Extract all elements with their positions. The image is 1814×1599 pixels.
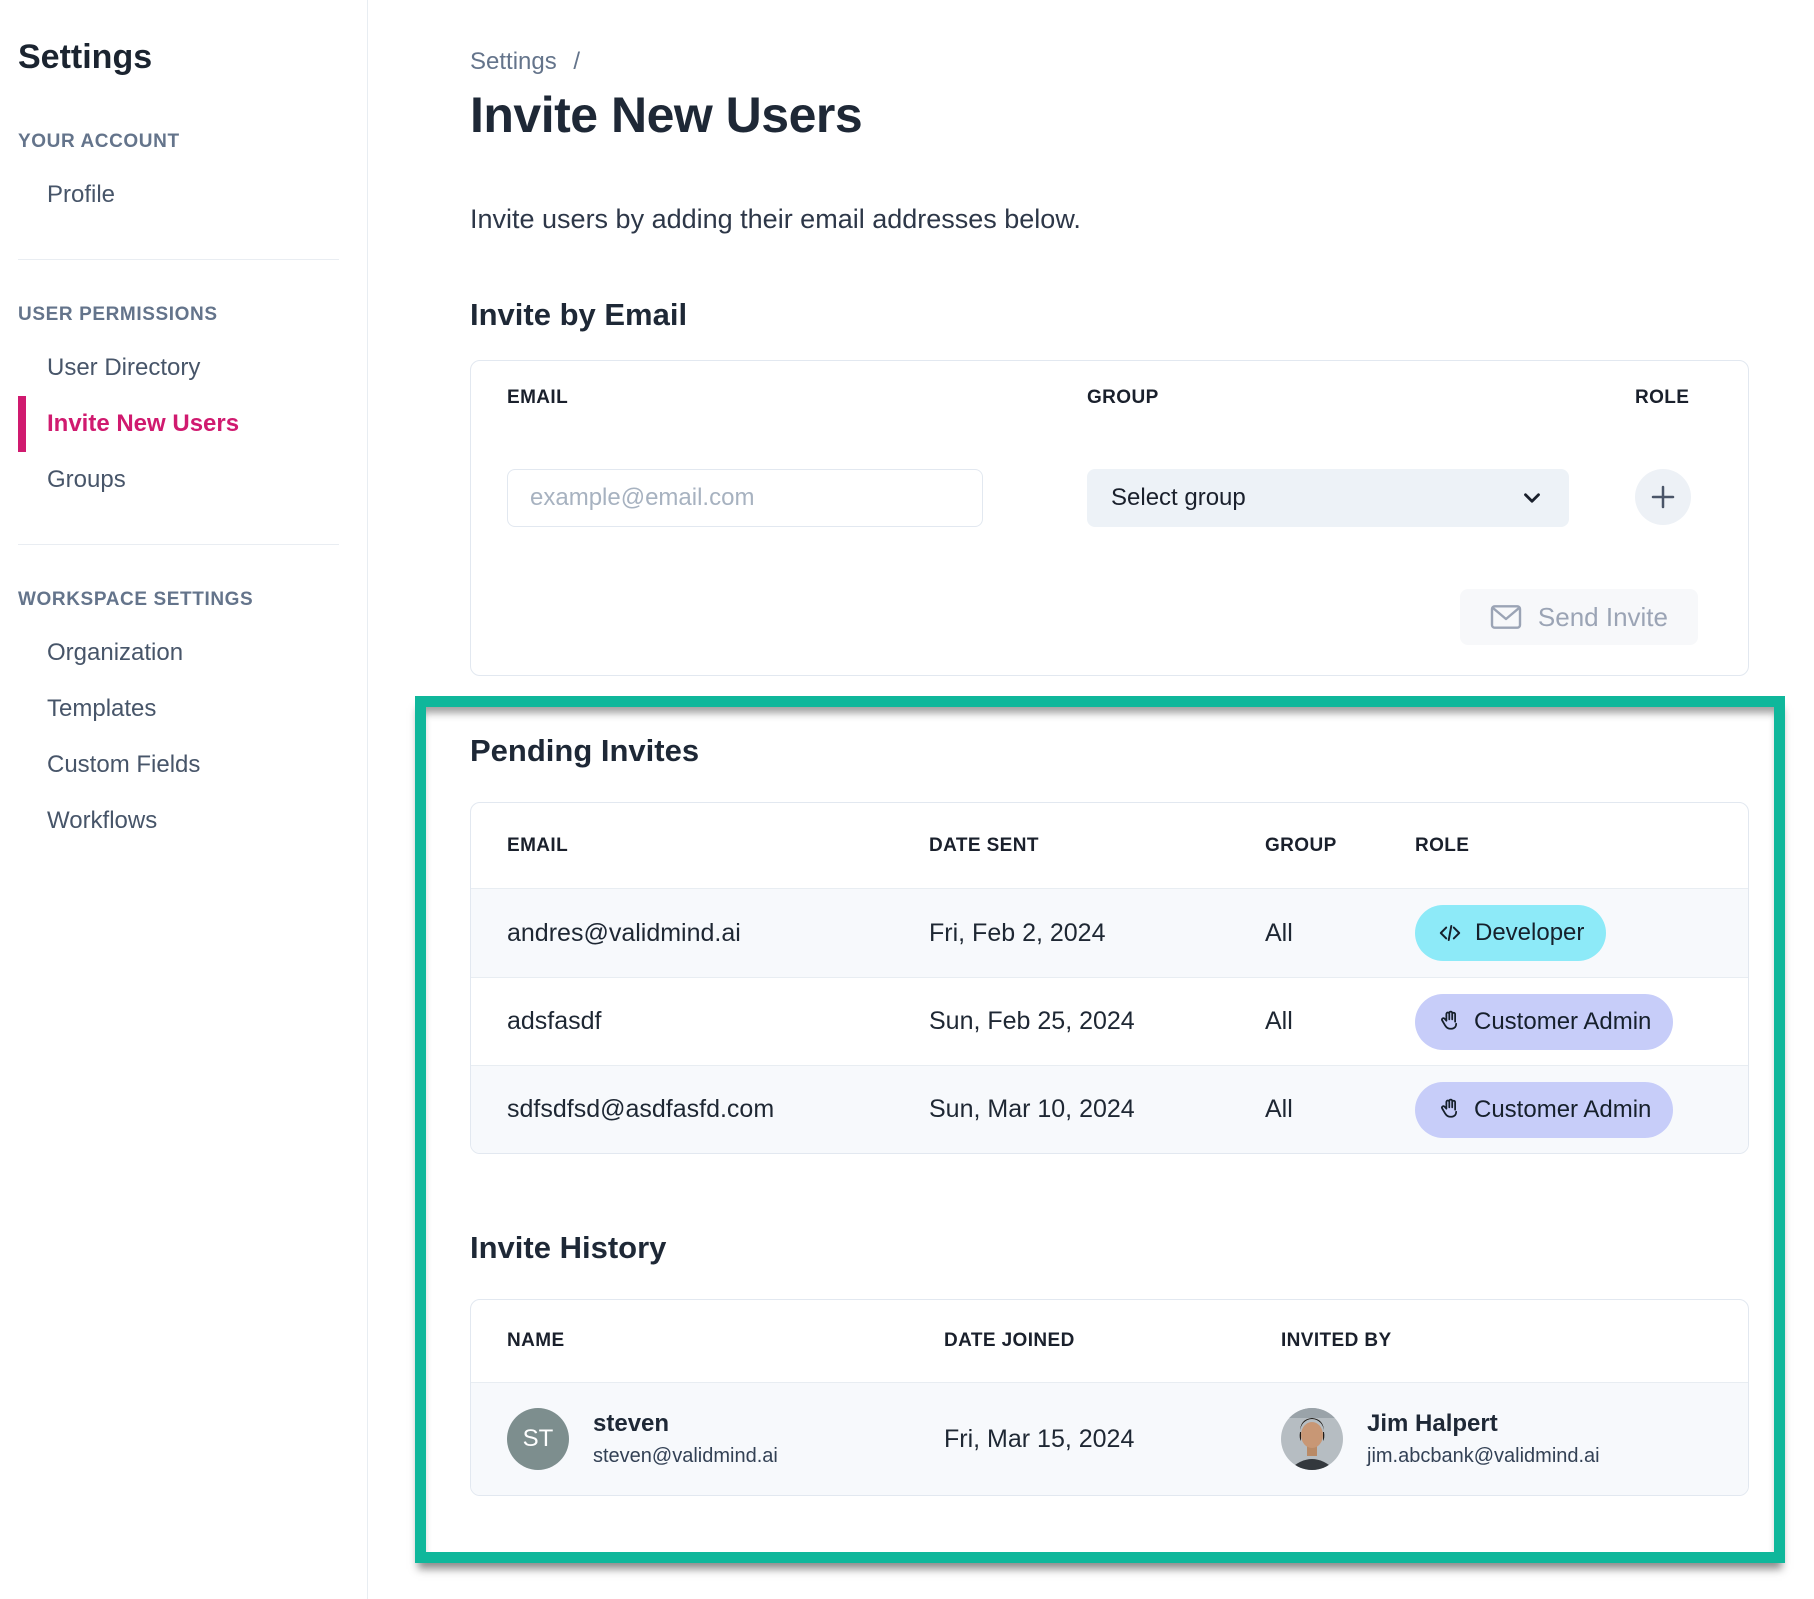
sidebar-item-organization[interactable]: Organization [18,625,367,681]
page-subtitle: Invite users by adding their email addre… [470,204,1814,235]
history-date-joined: Fri, Mar 15, 2024 [944,1425,1281,1454]
pending-date-sent: Sun, Feb 25, 2024 [929,1007,1265,1036]
sidebar-title: Settings [18,38,367,77]
avatar: ST [507,1408,569,1470]
plus-icon [1648,482,1678,512]
pending-invites-table: EMAIL DATE SENT GROUP ROLE andres@validm… [470,802,1749,1154]
pending-table-header: EMAIL DATE SENT GROUP ROLE [471,803,1748,889]
column-header-date-sent: DATE SENT [929,835,1265,857]
table-row: adsfasdf Sun, Feb 25, 2024 All Customer … [471,977,1748,1065]
section-label-workspace-settings: WORKSPACE SETTINGS [18,589,367,611]
role-label: ROLE [1635,387,1691,409]
sidebar-item-profile[interactable]: Profile [18,167,367,223]
highlight-annotation-box: Pending Invites EMAIL DATE SENT GROUP RO… [415,696,1785,1563]
history-table-header: NAME DATE JOINED INVITED BY [471,1300,1748,1383]
sidebar-item-user-directory[interactable]: User Directory [18,340,367,396]
invite-history-table: NAME DATE JOINED INVITED BY ST steven st… [470,1299,1749,1496]
history-user-email: steven@validmind.ai [593,1445,778,1468]
role-badge-label: Customer Admin [1474,1096,1651,1124]
pending-date-sent: Sun, Mar 10, 2024 [929,1095,1265,1124]
pending-group: All [1265,919,1415,948]
table-row: sdfsdfsd@asdfasfd.com Sun, Mar 10, 2024 … [471,1065,1748,1153]
pending-date-sent: Fri, Feb 2, 2024 [929,919,1265,948]
column-header-role: ROLE [1415,835,1748,857]
sidebar-divider [18,544,339,545]
main-content: Settings / Invite New Users Invite users… [368,0,1814,1599]
page-title: Invite New Users [470,86,1814,144]
avatar [1281,1408,1343,1470]
role-badge-label: Developer [1475,919,1584,947]
pending-invites-heading: Pending Invites [470,733,1755,769]
history-inviter-email: jim.abcbank@validmind.ai [1367,1445,1600,1468]
chevron-down-icon [1519,485,1545,511]
pending-email: sdfsdfsd@asdfasfd.com [507,1095,929,1124]
column-header-group: GROUP [1265,835,1415,857]
hand-icon [1437,1009,1462,1034]
section-label-your-account: YOUR ACCOUNT [18,131,367,153]
column-header-invited-by: INVITED BY [1281,1330,1748,1352]
history-inviter-name: Jim Halpert [1367,1410,1600,1438]
pending-email: andres@validmind.ai [507,919,929,948]
pending-group: All [1265,1007,1415,1036]
hand-icon [1437,1097,1462,1122]
send-invite-label: Send Invite [1538,602,1668,633]
role-badge-customer-admin: Customer Admin [1415,994,1673,1050]
column-header-email: EMAIL [507,835,929,857]
breadcrumb: Settings / [470,48,1814,76]
code-icon [1437,920,1463,946]
sidebar-item-custom-fields[interactable]: Custom Fields [18,737,367,793]
invite-by-email-heading: Invite by Email [470,297,1814,333]
send-invite-button[interactable]: Send Invite [1460,589,1698,645]
history-user-name: steven [593,1410,778,1438]
pending-group: All [1265,1095,1415,1124]
envelope-icon [1490,604,1522,630]
group-select[interactable]: Select group [1087,469,1569,527]
sidebar-item-groups[interactable]: Groups [18,452,367,508]
email-label: EMAIL [507,387,983,409]
sidebar-item-workflows[interactable]: Workflows [18,793,367,849]
column-header-name: NAME [507,1330,944,1352]
settings-page: Settings YOUR ACCOUNT Profile USER PERMI… [0,0,1814,1599]
invite-history-heading: Invite History [470,1230,1755,1266]
add-role-button[interactable] [1635,469,1691,525]
role-badge-label: Customer Admin [1474,1008,1651,1036]
pending-email: adsfasdf [507,1007,929,1036]
sidebar-item-templates[interactable]: Templates [18,681,367,737]
history-inviter: Jim Halpert jim.abcbank@validmind.ai [1281,1408,1748,1470]
role-badge-customer-admin: Customer Admin [1415,1082,1673,1138]
table-row: andres@validmind.ai Fri, Feb 2, 2024 All… [471,889,1748,977]
sidebar-item-invite-new-users[interactable]: Invite New Users [18,396,367,452]
role-badge-developer: Developer [1415,905,1606,961]
history-user: ST steven steven@validmind.ai [507,1408,944,1470]
table-row: ST steven steven@validmind.ai Fri, Mar 1… [471,1383,1748,1495]
section-label-user-permissions: USER PERMISSIONS [18,304,367,326]
invite-form-card: EMAIL GROUP Select group [470,360,1749,676]
sidebar-divider [18,259,339,260]
group-select-value: Select group [1111,484,1246,512]
breadcrumb-settings-link[interactable]: Settings [470,48,557,75]
email-input[interactable] [507,469,983,527]
settings-sidebar: Settings YOUR ACCOUNT Profile USER PERMI… [0,0,368,1599]
group-label: GROUP [1087,387,1569,409]
column-header-date-joined: DATE JOINED [944,1330,1281,1352]
breadcrumb-separator: / [573,48,580,75]
